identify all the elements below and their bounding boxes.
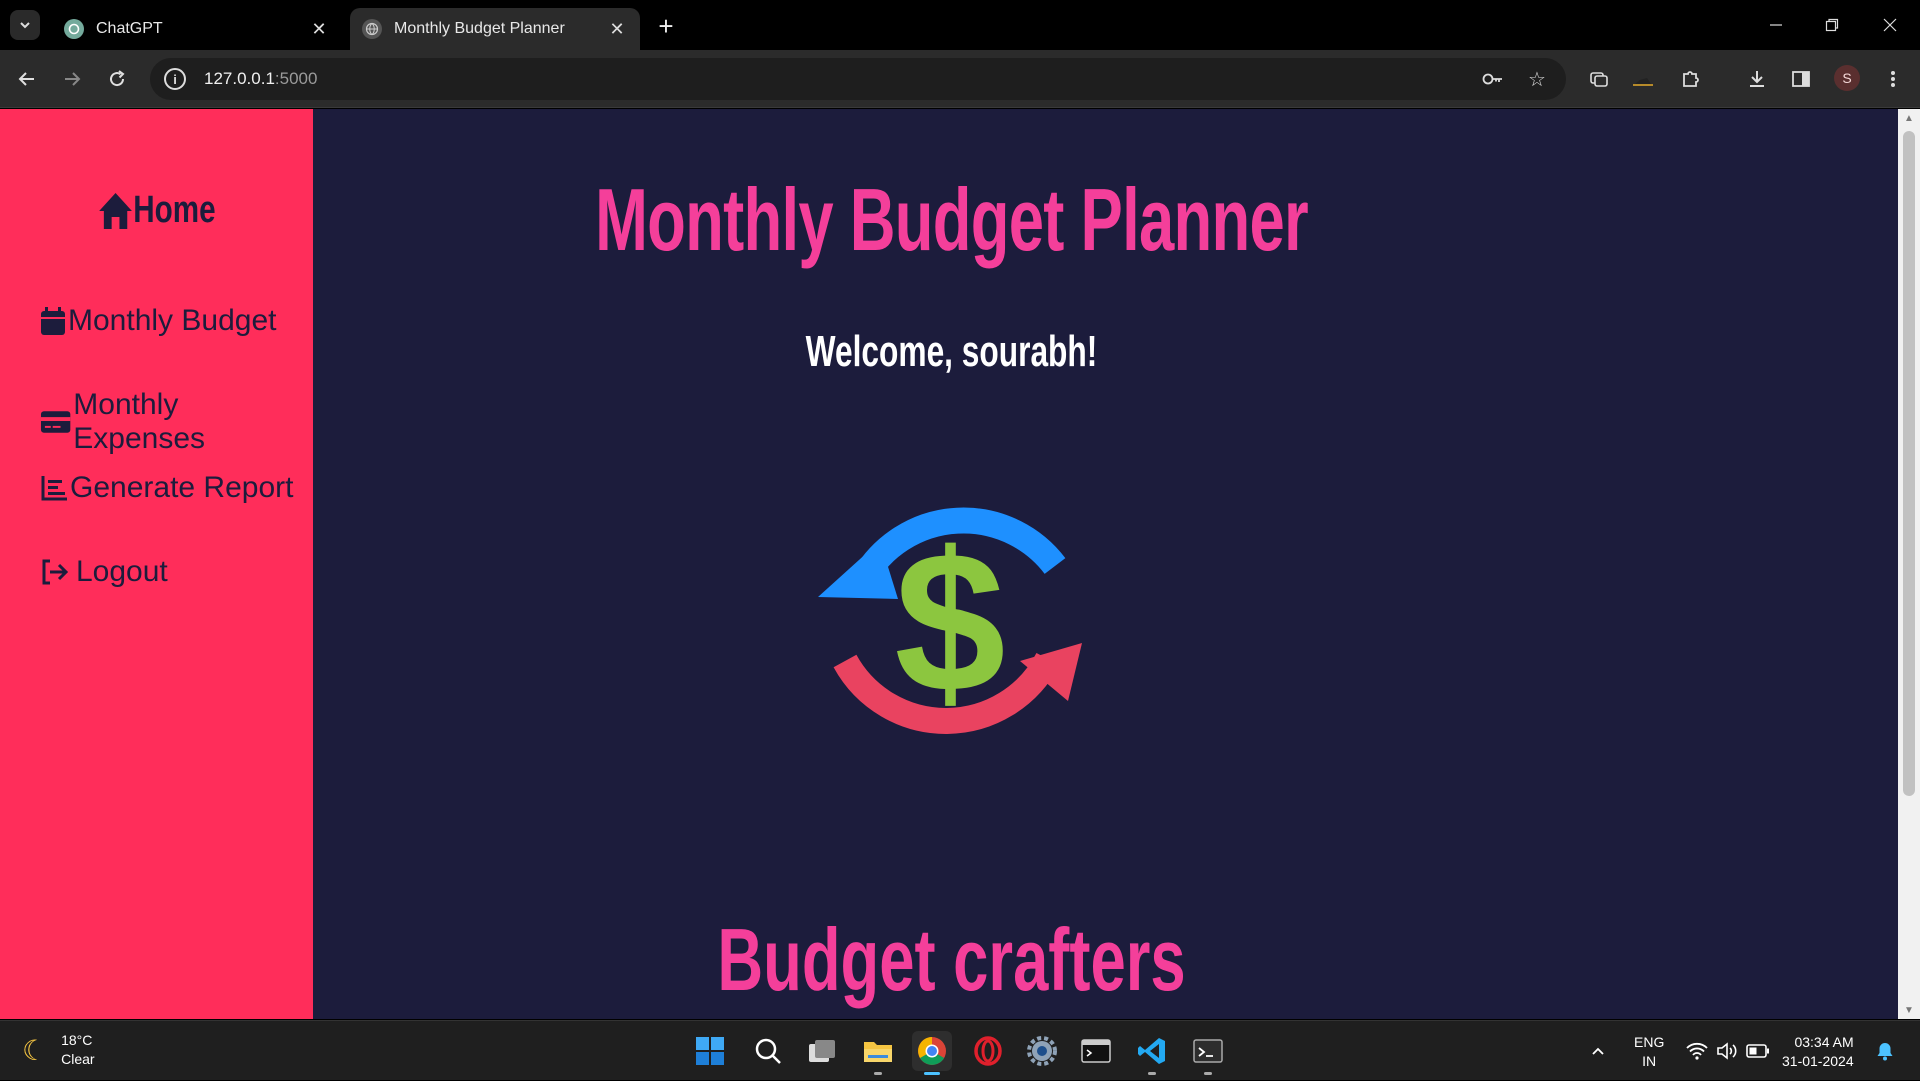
terminal-app[interactable] (1076, 1031, 1116, 1071)
forward-button[interactable] (55, 62, 89, 96)
search-icon (755, 1038, 781, 1064)
opera-icon (974, 1036, 1002, 1066)
close-tab-icon[interactable]: ✕ (308, 18, 330, 40)
logout-icon (42, 559, 69, 585)
sidebar-item-label: Generate Report (70, 471, 294, 504)
profile-avatar[interactable]: S (1834, 65, 1860, 91)
address-bar[interactable]: i 127.0.0.1:5000 ☆ (150, 58, 1566, 100)
search-button[interactable] (748, 1031, 788, 1071)
password-key-icon[interactable] (1482, 58, 1504, 100)
url-text: 127.0.0.1:5000 (204, 69, 318, 88)
scroll-down-arrow-icon[interactable]: ▼ (1898, 1001, 1920, 1019)
weather-temperature: 18°C (61, 1032, 93, 1048)
tab-title: Monthly Budget Planner (394, 20, 565, 37)
sidebar-item-monthly-expenses[interactable]: Monthly Expenses (40, 388, 313, 456)
footer-title: Budget crafters (717, 910, 1186, 1009)
battery-icon[interactable] (1746, 1021, 1770, 1081)
file-explorer-app[interactable] (858, 1031, 898, 1075)
command-prompt-icon (1193, 1039, 1223, 1063)
home-icon (98, 192, 132, 229)
chrome-icon (918, 1037, 946, 1065)
sidebar-item-logout[interactable]: Logout (40, 555, 168, 589)
welcome-message: Welcome, sourabh! (805, 327, 1098, 376)
gear-icon (1027, 1036, 1057, 1066)
close-tab-icon[interactable]: ✕ (606, 18, 628, 40)
notification-bell-icon[interactable] (1876, 1021, 1894, 1081)
folder-icon (864, 1042, 892, 1062)
moon-icon: ☾ (22, 1034, 48, 1066)
scrollbar-thumb[interactable] (1903, 131, 1915, 796)
sidebar: Home Monthly Budget Monthly Expenses Gen… (0, 109, 313, 1019)
wifi-icon[interactable] (1686, 1021, 1708, 1081)
budget-logo-icon: $ (818, 507, 1082, 734)
site-info-icon[interactable]: i (164, 68, 186, 90)
credit-card-icon (40, 411, 71, 433)
arrow-right-icon (65, 72, 81, 86)
sidebar-item-label: Logout (76, 555, 168, 588)
chrome-app[interactable] (912, 1031, 952, 1075)
tab-monthly-budget-planner[interactable]: Monthly Budget Planner ✕ (350, 8, 640, 50)
chevron-up-icon (1592, 1047, 1604, 1055)
start-button[interactable] (690, 1031, 730, 1071)
terminal-icon (1081, 1039, 1111, 1063)
extension-hat-icon[interactable] (1628, 64, 1658, 94)
sidebar-item-monthly-budget[interactable]: Monthly Budget (40, 304, 276, 338)
download-icon[interactable] (1742, 64, 1772, 94)
vscode-icon (1138, 1038, 1165, 1064)
browser-toolbar: i 127.0.0.1:5000 ☆ (0, 50, 1920, 108)
system-clock[interactable]: 03:34 AM 31-01-2024 (1782, 1033, 1854, 1071)
windows-logo-icon (696, 1037, 724, 1065)
sidebar-item-home[interactable]: Home (34, 189, 278, 232)
more-menu-icon[interactable] (1878, 64, 1908, 94)
weather-description: Clear (61, 1051, 95, 1067)
sidebar-item-label: Monthly Expenses (73, 388, 206, 455)
side-panel-icon[interactable] (1786, 64, 1816, 94)
new-tab-button[interactable]: + (652, 11, 680, 41)
chatgpt-favicon-icon (64, 19, 84, 39)
chart-icon (41, 476, 67, 501)
minimize-icon (1770, 24, 1782, 26)
minimize-window-button[interactable] (1756, 10, 1796, 40)
svg-text:$: $ (894, 511, 1005, 734)
web-page: Home Monthly Budget Monthly Expenses Gen… (0, 109, 1920, 1019)
restore-icon (1825, 18, 1839, 32)
scroll-up-arrow-icon[interactable]: ▲ (1898, 109, 1920, 127)
task-view-icon (809, 1040, 835, 1062)
page-title: Monthly Budget Planner (595, 170, 1309, 269)
volume-icon[interactable] (1716, 1021, 1738, 1081)
settings-app[interactable] (1022, 1031, 1062, 1071)
task-view-button[interactable] (802, 1031, 842, 1071)
opera-app[interactable] (968, 1031, 1008, 1071)
calendar-icon (41, 307, 65, 335)
tab-strip: ChatGPT ✕ Monthly Budget Planner ✕ + (0, 0, 1920, 50)
command-prompt-app[interactable] (1188, 1031, 1228, 1075)
show-hidden-icons-button[interactable] (1590, 1021, 1606, 1081)
close-icon (1883, 18, 1897, 32)
back-button[interactable] (10, 62, 44, 96)
tab-chatgpt[interactable]: ChatGPT ✕ (52, 8, 342, 50)
close-window-button[interactable] (1870, 10, 1910, 40)
reload-button[interactable] (100, 62, 134, 96)
arrow-left-icon (18, 72, 34, 86)
page-scrollbar[interactable]: ▲ ▼ (1898, 109, 1920, 1019)
sync-icon[interactable] (1584, 64, 1614, 94)
tab-title: ChatGPT (96, 20, 163, 37)
windows-taskbar: ☾ 18°C Clear ENG IN 03:34 AM 31-01-2024 (0, 1020, 1920, 1080)
sidebar-item-label: Home (133, 189, 216, 231)
globe-icon (362, 19, 382, 39)
sidebar-item-generate-report[interactable]: Generate Report (40, 471, 293, 505)
sidebar-item-label: Monthly Budget (68, 304, 277, 337)
tab-search-button[interactable] (10, 10, 40, 40)
extensions-puzzle-icon[interactable] (1676, 64, 1706, 94)
bookmark-star-icon[interactable]: ☆ (1528, 58, 1546, 100)
restore-window-button[interactable] (1812, 10, 1852, 40)
chevron-down-icon (20, 22, 30, 29)
weather-widget[interactable]: ☾ 18°C Clear (22, 1031, 95, 1069)
reload-icon (110, 70, 125, 87)
vscode-app[interactable] (1132, 1031, 1172, 1075)
language-indicator[interactable]: ENG IN (1634, 1033, 1664, 1071)
